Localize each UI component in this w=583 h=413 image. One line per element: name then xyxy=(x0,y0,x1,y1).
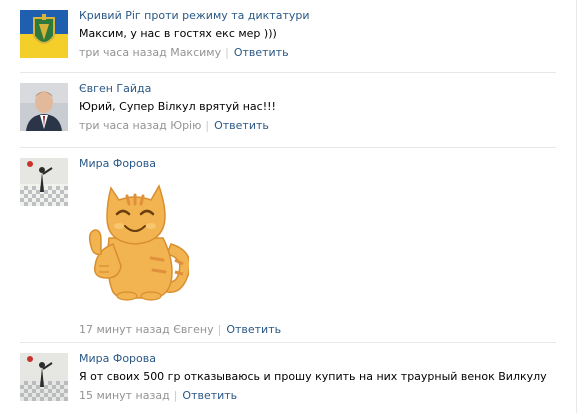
comment-time[interactable]: три часа назад xyxy=(79,119,167,132)
reply-button[interactable]: Ответить xyxy=(214,119,269,132)
meta-separator: | xyxy=(205,119,210,132)
cat-thumbs-up-sticker xyxy=(88,184,191,301)
comment-text: Я от своих 500 гр отказываюсь и прошу ку… xyxy=(79,370,547,383)
meta-separator: | xyxy=(173,389,178,402)
avatar[interactable] xyxy=(20,353,68,401)
comment-divider xyxy=(20,147,556,148)
reply-to-name: Юрію xyxy=(170,119,202,132)
feed-right-border xyxy=(576,0,577,413)
reply-button[interactable]: Ответить xyxy=(234,46,289,59)
user-photo-avatar xyxy=(20,353,68,401)
comment-author-link[interactable]: Євген Гайда xyxy=(79,82,566,96)
comment-meta: 17 минут назад Євгену | Ответить xyxy=(79,323,566,337)
comment-time[interactable]: 17 минут назад xyxy=(79,323,170,336)
reply-to-name: Євгену xyxy=(173,323,214,336)
meta-separator: | xyxy=(217,323,222,336)
comment-author-link[interactable]: Мира Форова xyxy=(79,352,566,366)
comment-text: Юрий, Супер Вілкул врятуй нас!!! xyxy=(79,100,276,113)
comment-divider xyxy=(20,342,556,343)
comment-meta: 15 минут назад | Ответить xyxy=(79,389,566,403)
sticker-image[interactable] xyxy=(79,174,191,302)
reply-button[interactable]: Ответить xyxy=(226,323,281,336)
comment-time[interactable]: три часа назад xyxy=(79,46,167,59)
comment-meta: три часа назад Юрію | Ответить xyxy=(79,119,566,133)
meta-separator: | xyxy=(225,46,229,59)
user-photo-avatar xyxy=(20,83,68,131)
reply-to-name: Максиму xyxy=(170,46,222,59)
avatar[interactable] xyxy=(20,83,68,131)
comment-meta: три часа назад Максиму | Ответить xyxy=(79,46,566,60)
reply-button[interactable]: Ответить xyxy=(182,389,237,402)
comment-author-link[interactable]: Кривий Ріг проти режиму та диктатури xyxy=(79,9,566,23)
comment-author-link[interactable]: Мира Форова xyxy=(79,157,566,171)
comment-text: Максим, у нас в гостях екс мер ))) xyxy=(79,27,277,40)
comment-time[interactable]: 15 минут назад xyxy=(79,389,170,402)
avatar[interactable] xyxy=(20,158,68,206)
community-avatar-image xyxy=(20,10,68,58)
user-photo-avatar xyxy=(20,158,68,206)
comments-feed: Кривий Ріг проти режиму та диктатури Мак… xyxy=(0,0,583,413)
comment-divider xyxy=(20,72,556,73)
avatar[interactable] xyxy=(20,10,68,58)
